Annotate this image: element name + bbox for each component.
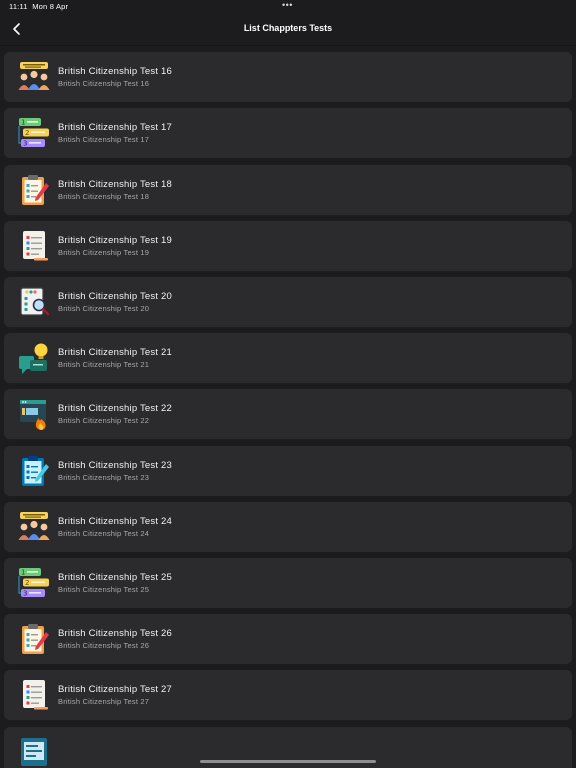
clipboard-pencil-icon <box>22 174 49 205</box>
item-subtitle: British Citizenship Test 23 <box>58 472 150 482</box>
item-title: British Citizenship Test 27 <box>58 684 172 696</box>
test-list-item[interactable]: British Citizenship Test 20 British Citiz… <box>4 277 572 327</box>
status-time: 11:11 Mon 8 Apr <box>9 2 68 11</box>
item-subtitle: British Citizenship Test 22 <box>58 416 150 426</box>
test-list-item[interactable]: British Citizenship Test 27 British Citiz… <box>4 670 572 721</box>
chapter-test-list[interactable]: British Citizenship Test 15British Citiz… <box>0 20 576 768</box>
browser-fire-icon <box>20 400 46 431</box>
svg-text:2: 2 <box>25 579 29 587</box>
page-title: List Chappters Tests <box>243 23 333 33</box>
test-list-item[interactable]: 1 2 3 British Citizenship Test 17 British Ci… <box>4 108 572 159</box>
home-indicator[interactable] <box>200 760 376 763</box>
item-title: British Citizenship Test 18 <box>58 178 172 190</box>
people-discussion-icon <box>18 511 50 540</box>
item-subtitle: British Citizenship Test 19 <box>58 247 150 257</box>
status-date: Mon 8 Apr <box>32 2 69 11</box>
svg-text:1: 1 <box>21 569 25 577</box>
test-list-item[interactable]: British Citizenship Test 24 British Citiz… <box>4 501 572 552</box>
multitasking-dots-icon[interactable]: ••• <box>282 0 293 10</box>
item-title: British Citizenship Test 20 <box>58 291 172 302</box>
item-subtitle: British Citizenship Test 17 <box>58 135 150 145</box>
numbered-list-icon: 12 3 <box>18 118 49 148</box>
item-subtitle: British Citizenship Test 24 <box>58 528 150 538</box>
item-subtitle: British Citizenship Test 26 <box>58 641 150 651</box>
test-list-item[interactable]: British Citizenship Test 18 British Citiz… <box>4 164 572 215</box>
test-list-item[interactable]: British Citizenship Test 19 British Citiz… <box>4 220 572 271</box>
svg-text:3: 3 <box>23 590 27 598</box>
svg-text:3: 3 <box>23 140 27 148</box>
status-clock: 11:11 <box>9 2 28 11</box>
item-title: British Citizenship Test 24 <box>58 515 172 527</box>
test-list-item[interactable]: British Citizenship Test 16 British Citiz… <box>4 52 572 103</box>
item-title: British Citizenship Test 23 <box>58 459 172 471</box>
clipboard-pencil-icon <box>22 624 49 655</box>
item-title: British Citizenship Test 19 <box>58 234 172 246</box>
document-list-icon <box>23 230 48 261</box>
clipboard-blue-icon <box>22 455 49 486</box>
navigation-bar: List Chappters Tests <box>0 14 576 46</box>
test-list-item[interactable]: 1 2 3 British Citizenship Test 25 British Ci… <box>4 558 572 608</box>
idea-chat-icon <box>19 343 48 375</box>
status-bar: 11:11 Mon 8 Apr ••• <box>0 0 576 14</box>
item-subtitle: British Citizenship Test 18 <box>58 191 150 201</box>
document-list-icon <box>23 680 48 710</box>
numbered-list-icon: 12 3 <box>18 568 49 598</box>
item-subtitle: British Citizenship Test 21 <box>58 360 150 370</box>
item-title: British Citizenship Test 16 <box>58 66 172 78</box>
item-subtitle: British Citizenship Test 16 <box>58 79 150 89</box>
magnifier-checklist-icon <box>20 287 50 316</box>
test-list-item[interactable]: British Citizenship Test 23 British Citiz… <box>4 445 572 496</box>
item-title: British Citizenship Test 17 <box>58 122 172 134</box>
svg-text:2: 2 <box>25 129 29 137</box>
item-title: British Citizenship Test 22 <box>58 403 172 415</box>
nav-divider <box>0 45 576 46</box>
item-subtitle: British Citizenship Test 27 <box>58 697 150 707</box>
item-title: British Citizenship Test 25 <box>58 572 172 583</box>
people-discussion-icon <box>18 62 50 91</box>
test-list-item[interactable]: British Citizenship Test 22 British Citiz… <box>4 389 572 440</box>
svg-text:1: 1 <box>21 119 25 127</box>
item-subtitle: British Citizenship Test 25 <box>58 585 150 594</box>
test-board-icon <box>21 737 47 766</box>
item-title: British Citizenship Test 21 <box>58 347 172 359</box>
test-list-item[interactable]: British Citizenship Test 21 British Citiz… <box>4 333 572 384</box>
item-title: British Citizenship Test 26 <box>58 628 172 640</box>
test-list-item[interactable]: British Citizenship Test 26 British Citiz… <box>4 614 572 665</box>
item-subtitle: British Citizenship Test 20 <box>58 304 150 313</box>
